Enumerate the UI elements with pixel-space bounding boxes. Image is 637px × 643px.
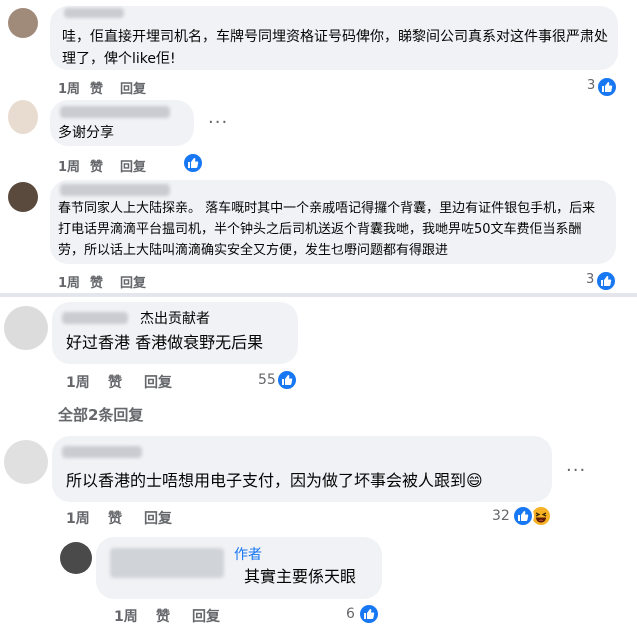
commenter-name[interactable] <box>60 184 170 196</box>
author-badge: 作者 <box>234 547 262 563</box>
reply-button[interactable]: 回复 <box>120 78 146 97</box>
top-contributor-badge: 杰出贡献者 <box>140 311 210 327</box>
comment-time[interactable]: 1周 <box>58 156 80 175</box>
reply-button[interactable]: 回复 <box>120 272 146 291</box>
like-button[interactable]: 赞 <box>156 606 170 626</box>
reply-button[interactable]: 回复 <box>120 156 146 175</box>
like-reaction-icon[interactable] <box>276 369 298 391</box>
more-dots-icon[interactable]: ··· <box>208 112 228 133</box>
comment-text: 好过香港 香港做衰野无后果 <box>66 333 264 352</box>
like-reaction-icon[interactable] <box>596 76 618 98</box>
avatar[interactable] <box>4 440 48 484</box>
comment-text: 所以香港的士唔想用电子支付，因为做了坏事会被人跟到😄 <box>66 471 483 490</box>
comment-time[interactable]: 1周 <box>66 372 90 392</box>
comment-text: 哇，佢直接开埋司机名，车牌号同埋资格证号码俾你，睇黎间公司真系对这件事很严肃处理… <box>62 29 608 67</box>
commenter-name[interactable] <box>110 548 224 578</box>
reaction-count[interactable]: 6 <box>346 606 355 622</box>
view-replies-link[interactable]: 全部2条回复 <box>58 404 143 425</box>
comment-time[interactable]: 1周 <box>114 606 138 626</box>
like-reaction-icon[interactable] <box>358 603 380 625</box>
commenter-name[interactable] <box>60 106 170 118</box>
more-dots-icon[interactable]: ··· <box>566 460 586 481</box>
like-button[interactable]: 赞 <box>108 372 122 392</box>
like-button[interactable]: 赞 <box>108 508 122 528</box>
comment-text: 春节同家人上大陆探亲。 落车嘅时其中一个亲戚唔记得攞个背囊，里边有证件银包手机，… <box>58 201 596 258</box>
avatar[interactable] <box>8 100 38 134</box>
avatar[interactable] <box>8 8 38 38</box>
avatar[interactable] <box>60 542 92 574</box>
commenter-name[interactable] <box>64 8 124 18</box>
like-reaction-icon[interactable] <box>512 505 534 527</box>
avatar[interactable] <box>8 182 38 212</box>
comment-time[interactable]: 1周 <box>58 272 80 291</box>
like-button[interactable]: 赞 <box>90 272 103 291</box>
reaction-count[interactable]: 3 <box>586 272 594 287</box>
like-reaction-icon[interactable] <box>182 152 204 174</box>
reaction-count[interactable]: 32 <box>492 508 510 524</box>
section-divider <box>0 293 637 297</box>
comment-time[interactable]: 1周 <box>58 78 80 97</box>
like-button[interactable]: 赞 <box>90 78 103 97</box>
comment-time[interactable]: 1周 <box>66 508 90 528</box>
commenter-name[interactable] <box>62 312 128 324</box>
reply-button[interactable]: 回复 <box>144 372 172 392</box>
reaction-count[interactable]: 3 <box>587 78 595 93</box>
reply-button[interactable]: 回复 <box>144 508 172 528</box>
like-button[interactable]: 赞 <box>90 156 103 175</box>
comment-text: 多谢分享 <box>58 125 114 141</box>
reaction-count[interactable]: 55 <box>258 372 276 388</box>
comment-text: 其實主要係天眼 <box>244 567 357 586</box>
like-reaction-icon[interactable] <box>595 270 617 292</box>
reply-button[interactable]: 回复 <box>192 606 220 626</box>
avatar[interactable] <box>4 306 48 350</box>
commenter-name[interactable] <box>62 446 142 458</box>
